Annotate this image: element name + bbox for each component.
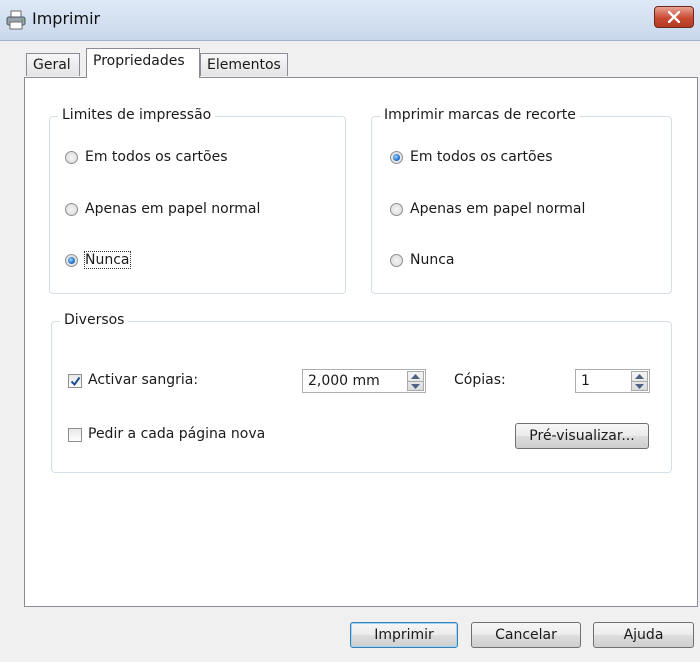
checkmark-icon [70,376,81,387]
printer-icon [6,10,26,30]
cancel-button[interactable]: Cancelar [471,622,581,648]
print-label: Imprimir [374,627,434,643]
crop-marks-legend: Imprimir marcas de recorte [380,107,580,123]
option-label: Apenas em papel normal [410,201,586,217]
tab-label: Geral [33,57,71,73]
bleed-amount-stepper[interactable]: 2,000 mm [302,369,426,393]
radio-indicator [390,151,403,164]
help-label: Ajuda [623,627,664,643]
tab-geral[interactable]: Geral [26,53,80,76]
option-label: Apenas em papel normal [85,201,261,217]
preview-label: Pré-visualizar... [529,428,635,444]
spin-up-icon [635,374,644,379]
misc-group: Diversos Activar sangria: 2,000 mm Cópia… [51,312,672,473]
spin-divider [408,381,423,382]
spin-up-icon [411,374,420,379]
spin-down-icon [411,384,420,389]
tab-elementos[interactable]: Elementos [200,53,288,76]
tab-propriedades[interactable]: Propriedades [86,48,200,78]
close-button[interactable] [654,6,694,28]
bleed-label: Activar sangria: [88,372,199,388]
title-bar: Imprimir [0,0,700,41]
copies-stepper[interactable]: 1 [575,369,650,393]
checkbox-indicator [68,374,82,388]
spin-divider [632,381,647,382]
option-label: Nunca [410,252,455,268]
copies-value: 1 [581,373,590,389]
window-title: Imprimir [32,9,101,28]
radio-indicator [65,151,78,164]
radio-indicator [65,254,78,267]
properties-panel: Limites de impressão Em todos os cartões… [24,77,698,607]
preview-button[interactable]: Pré-visualizar... [515,423,649,449]
print-limits-group: Limites de impressão Em todos os cartões… [49,107,346,294]
cancel-label: Cancelar [495,627,557,643]
tab-strip: Geral Propriedades Elementos [0,48,700,78]
print-limits-legend: Limites de impressão [58,107,216,123]
copies-label: Cópias: [454,372,506,388]
bleed-amount-value: 2,000 mm [308,373,380,389]
spin-down-icon [635,384,644,389]
option-label: Em todos os cartões [85,149,228,165]
ask-each-page-label: Pedir a cada página nova [88,426,266,442]
copies-spin-buttons[interactable] [631,371,648,391]
radio-indicator [390,203,403,216]
crop-marks-group: Imprimir marcas de recorte Em todos os c… [371,107,672,294]
close-icon [668,11,680,23]
misc-legend: Diversos [60,312,129,328]
help-button[interactable]: Ajuda [593,622,694,648]
tab-label: Elementos [207,57,281,73]
option-label: Nunca [84,251,131,269]
checkbox-indicator [68,428,82,442]
print-dialog: Imprimir Geral Propriedades Elementos Li… [0,0,700,662]
bleed-spin-buttons[interactable] [407,371,424,391]
print-button[interactable]: Imprimir [350,622,458,648]
option-label: Em todos os cartões [410,149,553,165]
tab-label: Propriedades [93,53,185,69]
radio-indicator [65,203,78,216]
radio-indicator [390,254,403,267]
